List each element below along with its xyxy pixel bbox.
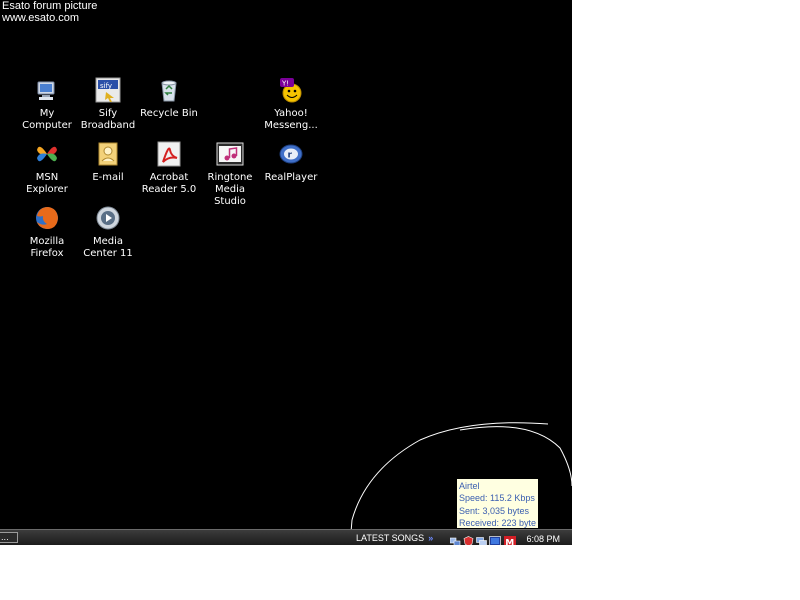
network-icon[interactable] (449, 532, 461, 545)
mcafee-icon[interactable]: M (504, 532, 516, 546)
tooltip-speed: Speed: 115.2 Kbps (459, 493, 535, 504)
connection-icon[interactable] (476, 532, 487, 545)
chevron-right-icon[interactable]: » (428, 533, 433, 543)
drawn-circle-annotation (349, 422, 572, 545)
tooltip-received: Received: 223 bytes (459, 518, 536, 529)
taskbar-button-stub[interactable]: ... (0, 532, 18, 543)
taskbar: ... LATEST SONGS» M 6:08 PM (0, 529, 572, 545)
tooltip-sent: Sent: 3,035 bytes (459, 505, 530, 516)
clock[interactable]: 6:08 PM (526, 533, 560, 545)
desktop-screen: Esato forum picture www.esato.com My Com… (0, 0, 572, 545)
network-tooltip: Airtel Speed: 115.2 Kbps Sent: 3,035 byt… (456, 478, 539, 529)
system-tray: M 6:08 PM (449, 531, 572, 545)
latest-songs-toolbar[interactable]: LATEST SONGS» (356, 532, 433, 544)
svg-text:M: M (505, 539, 514, 546)
security-icon[interactable] (463, 532, 474, 545)
latest-songs-label: LATEST SONGS (356, 533, 425, 543)
display-icon[interactable] (489, 532, 501, 545)
tooltip-title: Airtel (459, 481, 480, 491)
